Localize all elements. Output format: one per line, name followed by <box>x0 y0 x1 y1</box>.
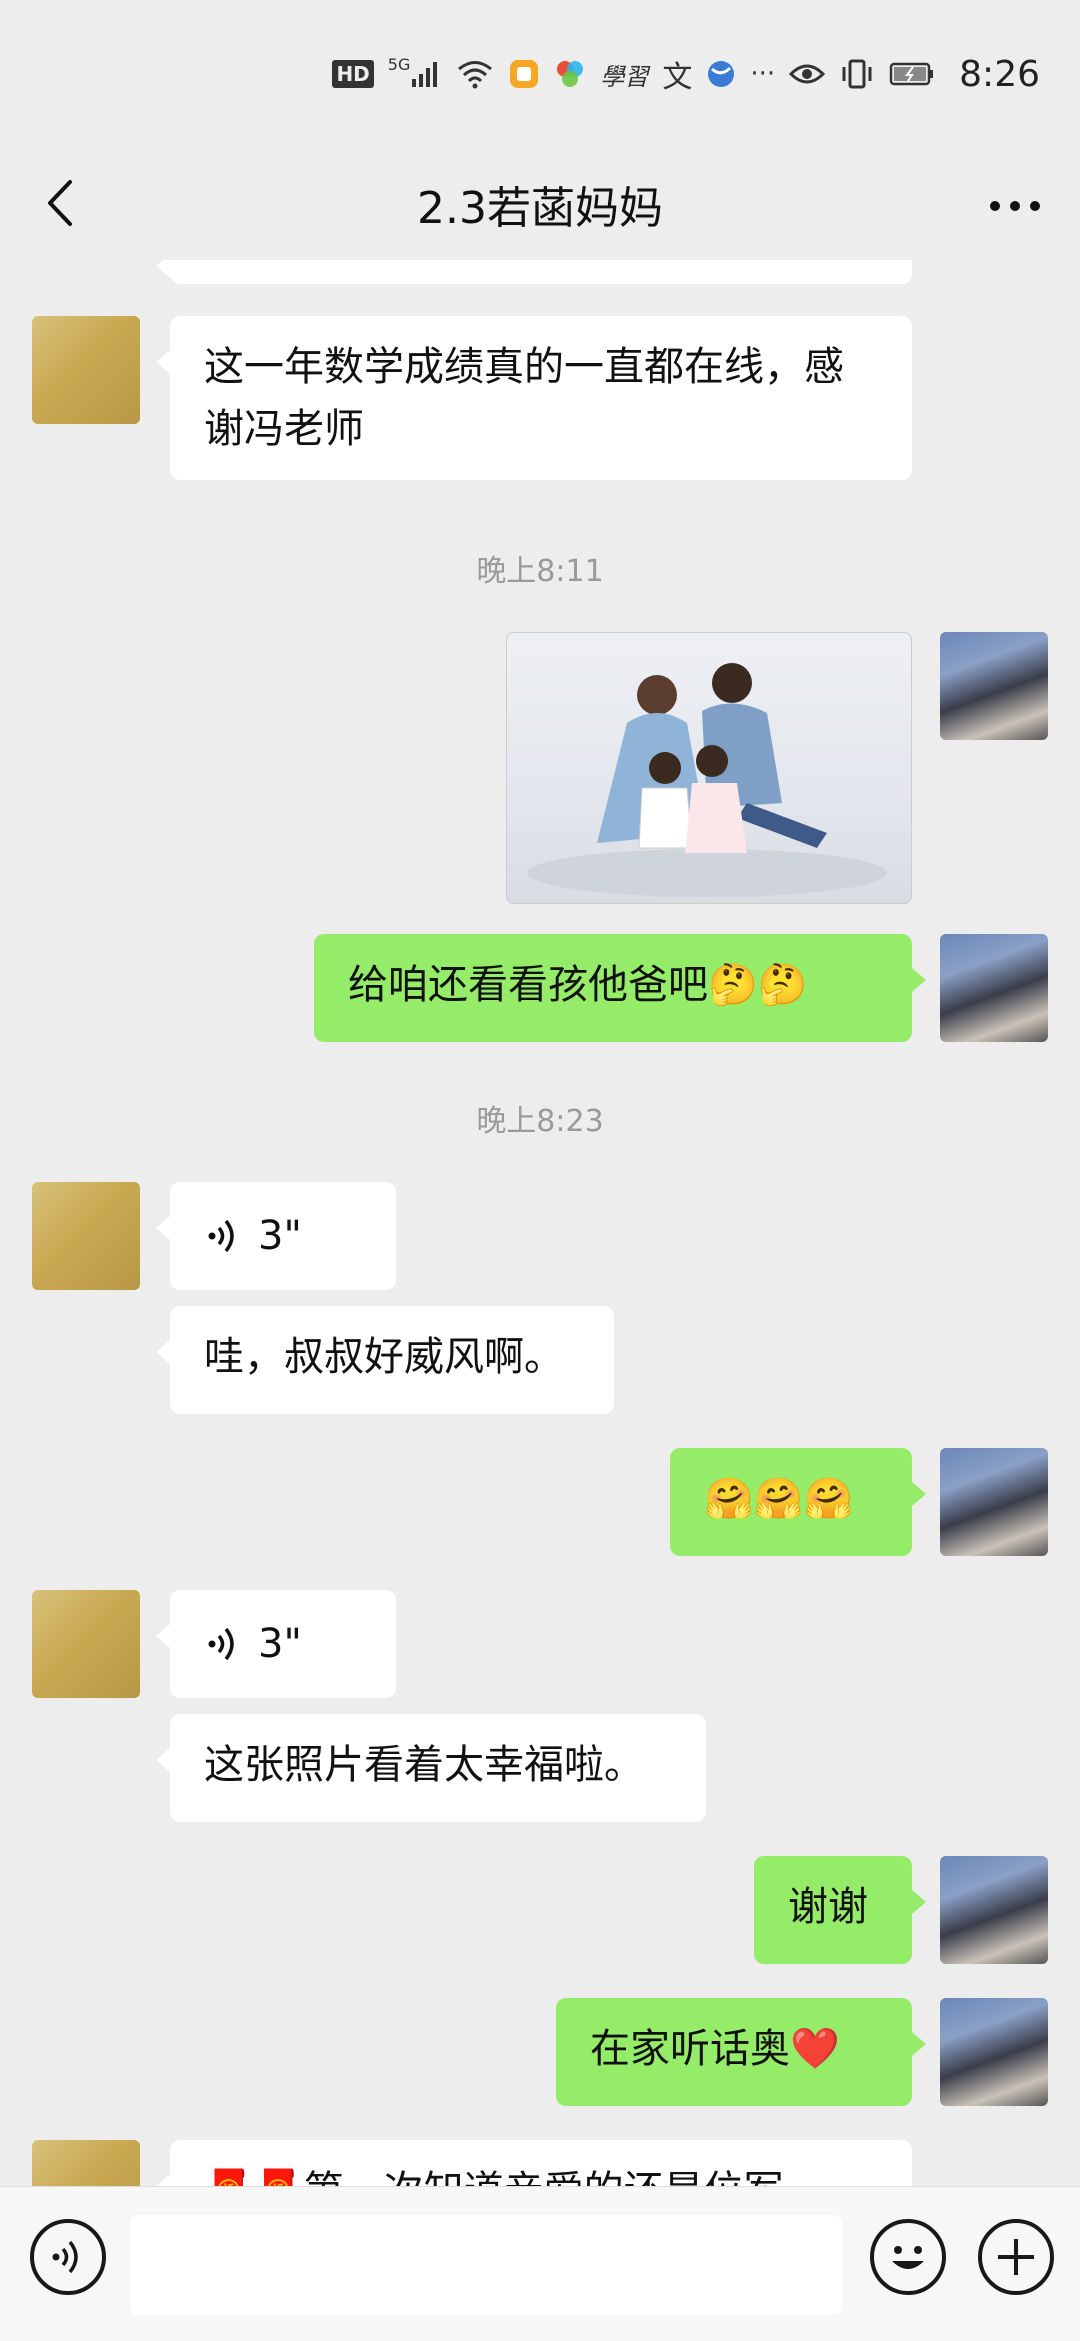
clock: 8:26 <box>959 53 1040 95</box>
more-notifications-icon: ··· <box>750 59 776 89</box>
contact-avatar[interactable] <box>32 316 140 424</box>
image-message[interactable] <box>506 632 912 904</box>
eye-icon <box>789 62 826 86</box>
voice-wave-icon <box>208 1219 234 1253</box>
contact-avatar[interactable] <box>32 1182 140 1290</box>
my-avatar[interactable] <box>940 1998 1048 2106</box>
message-text: 谢谢 <box>788 1884 868 1930</box>
wifi-icon <box>456 59 494 89</box>
my-avatar[interactable] <box>940 1448 1048 1556</box>
message-text: 这张照片看着太幸福啦。 <box>204 1742 644 1788</box>
message-bubble-outgoing[interactable]: 在家听话奥❤️ <box>556 1998 926 2106</box>
vibrate-icon <box>839 58 875 90</box>
message-bubble-incoming[interactable]: 🧧🧧第一次知道亲爱的还是位军 <box>156 2140 912 2186</box>
message-text: 给咱还看看孩他爸吧🤔🤔 <box>348 962 808 1008</box>
voice-duration: 3" <box>258 1213 302 1259</box>
chat-header: 2.3若菡妈妈 <box>0 150 1080 260</box>
translate-icon: 文 <box>662 60 693 95</box>
message-bubble-incoming[interactable]: 这一年数学成绩真的一直都在线，感谢冯老师 <box>156 316 912 480</box>
message-input[interactable] <box>130 2215 842 2315</box>
message-text: 在家听话奥❤️ <box>590 2026 840 2072</box>
message-list[interactable]: 这一年数学成绩真的一直都在线，感谢冯老师 晚上8:11 给咱还看看孩他爸吧🤔🤔 … <box>0 260 1080 2186</box>
globe-app-icon <box>706 59 736 89</box>
voice-wave-icon <box>208 1627 234 1661</box>
message-bubble-partial[interactable] <box>156 260 912 284</box>
plus-icon <box>998 2239 1034 2275</box>
status-icons: HD 5G 學習 文 ··· 8:26 <box>332 52 1040 96</box>
timestamp: 晚上8:23 <box>476 1104 604 1139</box>
status-bar: HD 5G 學習 文 ··· 8:26 <box>0 0 1080 150</box>
my-avatar[interactable] <box>940 632 1048 740</box>
message-bubble-outgoing[interactable]: 🤗🤗🤗 <box>670 1448 926 1556</box>
battery-icon <box>889 61 935 87</box>
voice-input-button[interactable] <box>30 2219 106 2295</box>
timestamp: 晚上8:11 <box>476 554 604 589</box>
chat-title: 2.3若菡妈妈 <box>417 183 663 234</box>
input-bar <box>0 2186 1080 2341</box>
message-bubble-outgoing[interactable]: 给咱还看看孩他爸吧🤔🤔 <box>314 934 926 1042</box>
voice-message[interactable]: 3" <box>156 1590 396 1698</box>
my-avatar[interactable] <box>940 934 1048 1042</box>
study-app-icon: 學習 <box>600 62 649 91</box>
voice-duration: 3" <box>258 1621 302 1667</box>
more-functions-button[interactable] <box>978 2219 1054 2295</box>
contact-avatar[interactable] <box>32 1590 140 1698</box>
voice-icon <box>52 2240 78 2274</box>
app-notification-icon <box>508 58 540 90</box>
colorful-app-icon <box>554 58 586 90</box>
message-text: 哇，叔叔好威风啊。 <box>204 1334 564 1380</box>
my-avatar[interactable] <box>940 1856 1048 1964</box>
message-text: 🧧🧧第一次知道亲爱的还是位军 <box>204 2168 784 2186</box>
smiley-icon <box>892 2246 924 2269</box>
signal-icon: 5G <box>388 55 443 89</box>
message-bubble-incoming[interactable]: 哇，叔叔好威风啊。 <box>156 1306 614 1414</box>
contact-avatar[interactable] <box>32 2140 140 2186</box>
family-photo-image <box>527 663 887 897</box>
message-text: 🤗🤗🤗 <box>704 1476 854 1522</box>
hd-icon: HD <box>332 60 374 88</box>
message-text: 这一年数学成绩真的一直都在线，感谢冯老师 <box>204 344 844 452</box>
more-icon <box>990 201 1040 211</box>
emoji-button[interactable] <box>870 2219 946 2295</box>
message-bubble-outgoing[interactable]: 谢谢 <box>754 1856 926 1964</box>
voice-message[interactable]: 3" <box>156 1182 396 1290</box>
message-bubble-incoming[interactable]: 这张照片看着太幸福啦。 <box>156 1714 706 1822</box>
more-options-button[interactable] <box>980 168 1050 238</box>
